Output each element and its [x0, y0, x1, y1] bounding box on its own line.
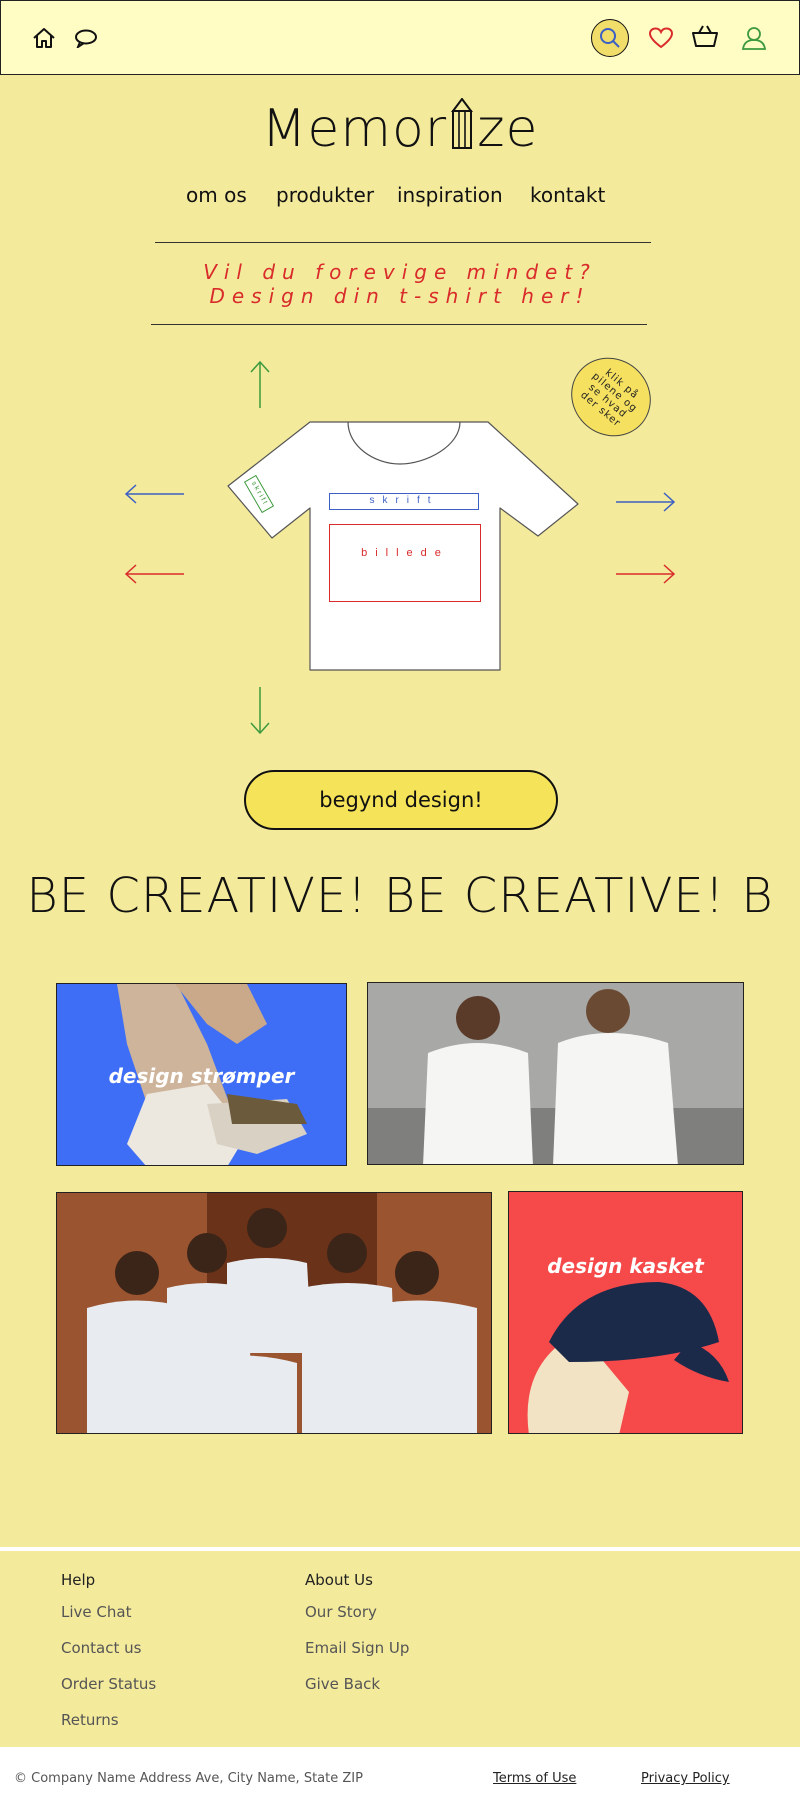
footer-link-email-signup[interactable]: Email Sign Up — [305, 1639, 409, 1675]
footer-link-returns[interactable]: Returns — [61, 1711, 156, 1747]
chat-icon[interactable] — [71, 23, 101, 53]
marquee-banner: BE CREATIVE! BE CREATIVE! B — [26, 868, 774, 924]
nav-link-about[interactable]: om os — [186, 183, 247, 207]
arrow-left-icon[interactable] — [124, 482, 186, 506]
tagline-line-2: Design din t-shirt her! — [209, 284, 591, 308]
start-design-button[interactable]: begynd design! — [244, 770, 558, 830]
arrow-left-icon[interactable] — [124, 562, 186, 586]
nav-link-inspiration[interactable]: inspiration — [397, 183, 503, 207]
tile-caption: design strømper — [108, 1064, 295, 1088]
arrow-right-icon[interactable] — [614, 562, 676, 586]
tile-design-socks[interactable]: design strømper — [56, 983, 347, 1166]
logo-text-start: Memor — [261, 99, 448, 159]
pencil-icon — [449, 97, 475, 163]
user-icon[interactable] — [739, 23, 769, 53]
nav-link-contact[interactable]: kontakt — [530, 183, 605, 207]
arrow-right-icon[interactable] — [614, 490, 676, 514]
group-image — [57, 1193, 491, 1433]
basket-icon[interactable] — [690, 21, 720, 51]
footer-heading-about: About Us — [305, 1571, 373, 1589]
legal-bar: © Company Name Address Ave, City Name, S… — [0, 1747, 800, 1814]
image-print-area[interactable]: billede — [329, 524, 481, 602]
tile-tshirts-pair[interactable] — [367, 982, 744, 1165]
terms-link[interactable]: Terms of Use — [493, 1771, 576, 1786]
text-print-area[interactable]: skrift — [329, 493, 479, 510]
cap-image — [527, 1282, 729, 1433]
tshirts-pair-image — [368, 983, 743, 1164]
tile-group[interactable] — [56, 1192, 492, 1434]
footer-link-give-back[interactable]: Give Back — [305, 1675, 409, 1711]
arrow-up-icon[interactable] — [248, 360, 272, 410]
tagline-line-1: Vil du forevige mindet? — [203, 260, 597, 284]
main-nav: om os produkter inspiration kontakt — [0, 183, 800, 213]
brand-logo[interactable]: Memor ze — [0, 97, 800, 163]
footer: Help Live Chat Contact us Order Status R… — [0, 1551, 800, 1747]
footer-heading-help: Help — [61, 1571, 96, 1589]
search-icon[interactable] — [591, 19, 629, 57]
heart-icon[interactable] — [646, 23, 676, 53]
divider — [151, 324, 647, 325]
tile-design-cap[interactable]: design kasket — [508, 1191, 743, 1434]
footer-link-our-story[interactable]: Our Story — [305, 1603, 409, 1639]
arrow-down-icon[interactable] — [248, 685, 272, 735]
privacy-link[interactable]: Privacy Policy — [641, 1771, 730, 1786]
tile-caption: design kasket — [547, 1254, 704, 1278]
footer-about-column: About Us Our Story Email Sign Up Give Ba… — [305, 1571, 409, 1711]
home-icon[interactable] — [29, 23, 59, 53]
footer-link-order-status[interactable]: Order Status — [61, 1675, 156, 1711]
top-bar — [0, 0, 800, 75]
logo-text-end: ze — [477, 99, 539, 159]
copyright-text: © Company Name Address Ave, City Name, S… — [14, 1771, 363, 1786]
footer-help-column: Help Live Chat Contact us Order Status R… — [61, 1571, 156, 1747]
footer-link-live-chat[interactable]: Live Chat — [61, 1603, 156, 1639]
nav-link-products[interactable]: produkter — [276, 183, 374, 207]
footer-link-contact[interactable]: Contact us — [61, 1639, 156, 1675]
divider — [155, 242, 651, 243]
